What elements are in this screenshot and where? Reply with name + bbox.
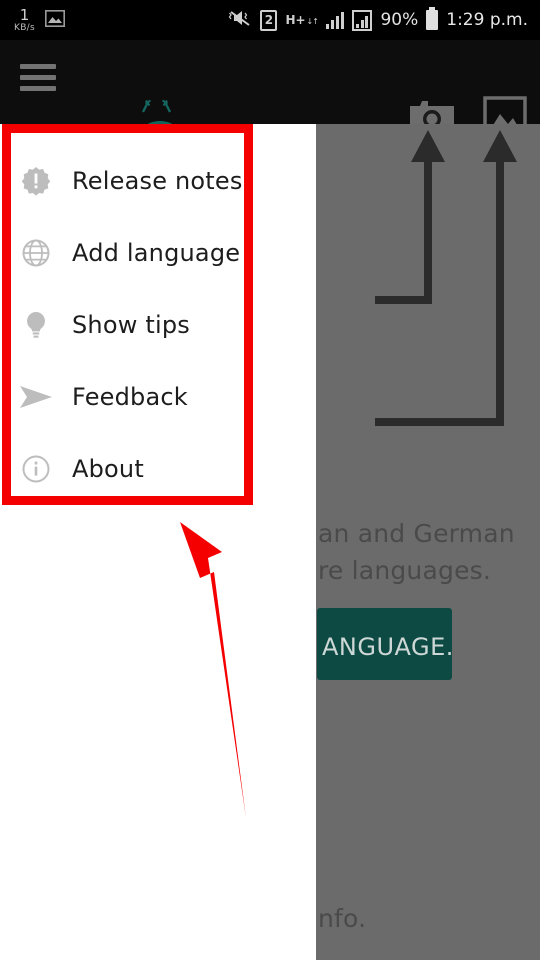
navigation-drawer: Release notes Add language Show tips Fee… (0, 124, 316, 960)
signal-boxed-icon (352, 9, 373, 31)
drawer-item-label: Show tips (72, 311, 191, 339)
drawer-item-label: Release notes (72, 167, 243, 195)
badge-exclamation-icon (0, 166, 72, 196)
status-bar-left: 1 KB/s (0, 5, 65, 33)
lightbulb-icon (0, 310, 72, 340)
drawer-item-label: Feedback (72, 383, 188, 411)
drawer-item-release-notes[interactable]: Release notes (0, 145, 316, 217)
background-text-line-1: an and German (318, 519, 515, 548)
status-bar-clock: 1:29 p.m. (446, 10, 528, 30)
signal-bars-icon (325, 11, 345, 29)
send-arrow-icon (0, 384, 72, 410)
network-type-icon: H+ ↓↑ (285, 13, 319, 27)
drawer-item-feedback[interactable]: Feedback (0, 361, 316, 433)
network-type-label: H+ (285, 13, 306, 27)
status-bar-right: 2 H+ ↓↑ 90% 1:29 p.m. (228, 7, 540, 32)
info-circle-icon (0, 454, 72, 484)
network-speed-indicator: 1 KB/s (14, 5, 35, 33)
battery-full-icon (426, 7, 439, 30)
add-language-button-label: ANGUAGE. (322, 633, 454, 661)
drawer-item-label: Add language (72, 239, 241, 267)
drawer-item-label: About (72, 455, 144, 483)
network-data-arrows: ↓↑ (306, 17, 319, 26)
vibrate-mute-icon (228, 8, 252, 32)
drawer-item-add-language[interactable]: Add language (0, 217, 316, 289)
drawer-item-about[interactable]: About (0, 433, 316, 505)
status-bar: 1 KB/s 2 H+ ↓↑ 90% 1:29 p.m. (0, 0, 540, 40)
sim-slot-badge: 2 (260, 9, 278, 31)
image-icon (45, 9, 65, 31)
phone-screen: 1 KB/s 2 H+ ↓↑ 90% 1:29 p.m. an and Germ… (0, 0, 540, 960)
network-speed-value: 1 (19, 5, 30, 24)
background-text-line-3: nfo. (318, 904, 367, 933)
network-speed-unit: KB/s (14, 22, 35, 33)
globe-icon (0, 238, 72, 268)
background-text-line-2: re languages. (318, 556, 492, 585)
app-toolbar (0, 40, 540, 148)
hamburger-menu-icon[interactable] (20, 64, 56, 97)
drawer-item-show-tips[interactable]: Show tips (0, 289, 316, 361)
battery-percent: 90% (380, 10, 419, 30)
